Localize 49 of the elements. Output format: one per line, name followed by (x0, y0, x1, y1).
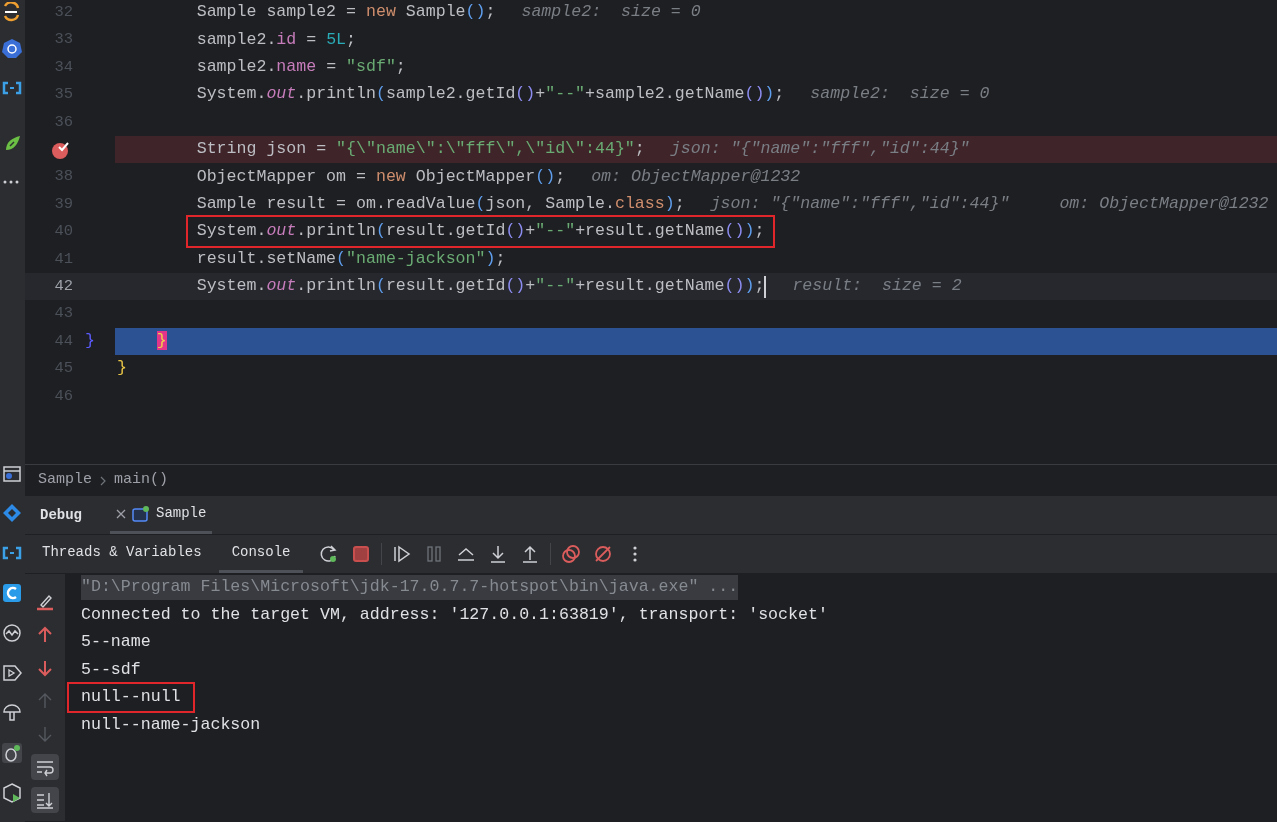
code-line: System.out.println(result.getId()+"--"+result.getName()); (187, 217, 774, 247)
code-line: System.out.println(sample2.getId()+"--"+sample2.getName()); (196, 83, 785, 106)
inline-value-hint: sample2: size = 0 (521, 1, 701, 24)
code-line: sample2.name = "sdf"; (196, 56, 406, 79)
wave-icon[interactable] (2, 623, 22, 643)
diamond-icon[interactable] (2, 503, 22, 523)
close-icon[interactable] (116, 508, 126, 519)
scroll-to-end-icon[interactable] (35, 790, 55, 810)
console-line: 5--sdf (81, 658, 141, 681)
code-line: ObjectMapper om = new ObjectMapper(); (196, 165, 566, 188)
text-cursor (764, 275, 767, 298)
inline-value-hint: result: size = 2 (792, 275, 962, 298)
play-tag-icon[interactable] (2, 663, 22, 683)
swirl-icon[interactable] (2, 2, 22, 22)
window-icon[interactable] (2, 464, 22, 484)
inline-value-hint: om: ObjectMapper@1232 (1059, 193, 1269, 215)
chevron-icon (100, 475, 106, 486)
panel-title: Debug (40, 505, 82, 525)
line-number: 42 (53, 275, 73, 297)
resume-icon[interactable] (392, 544, 413, 564)
console-line: 5--name (81, 631, 151, 654)
code-line: sample2.id = 5L; (196, 28, 357, 51)
gutter-brace: } (85, 330, 95, 350)
breakpoints-icon[interactable] (561, 544, 582, 564)
console-line: null--name-jackson (81, 713, 261, 736)
code-line: System.out.println(result.getId()+"--"+result.getName()); (196, 275, 765, 298)
inline-value-hint: json: "{"name":"fff","id":44}" (710, 193, 1010, 215)
console-line: null--null (69, 684, 193, 712)
code-line: Sample result = om.readValue(json, Sample.class); (196, 193, 685, 215)
breadcrumb-item[interactable]: Sample (38, 469, 92, 492)
down-arrow-icon[interactable] (35, 658, 55, 678)
mushroom-icon[interactable] (2, 703, 22, 723)
mute-breakpoints-icon[interactable] (593, 544, 614, 564)
code-line: String json = "{\"name\":\"fff\",\"id\":44}"; (196, 138, 645, 161)
stop-icon[interactable] (351, 544, 372, 564)
hexagon-play-icon[interactable] (2, 783, 22, 803)
inline-value-hint: sample2: size = 0 (810, 83, 990, 106)
window-icon (132, 505, 150, 522)
code-line: result.setName("name-jackson"); (196, 247, 506, 270)
code-line: } (117, 357, 127, 380)
tab[interactable]: Threads & Variables (29, 535, 215, 573)
console-line: Connected to the target VM, address: '127.0.0.1:63819', transport: 'socket' (81, 603, 828, 626)
inline-value-hint: json: "{"name":"fff","id":44}" (670, 138, 970, 161)
breadcrumb-item[interactable]: main() (114, 469, 169, 492)
code-line: Sample sample2 = new Sample(); (196, 1, 496, 24)
command-line-text: "D:\Program Files\Microsoft\jdk-17.0.7.7-hotspot\bin\java.exe" ... (81, 575, 739, 601)
inline-value-hint: om: ObjectMapper@1232 (591, 165, 801, 188)
clear-icon[interactable] (35, 592, 55, 612)
square-logo-icon[interactable] (2, 583, 22, 603)
